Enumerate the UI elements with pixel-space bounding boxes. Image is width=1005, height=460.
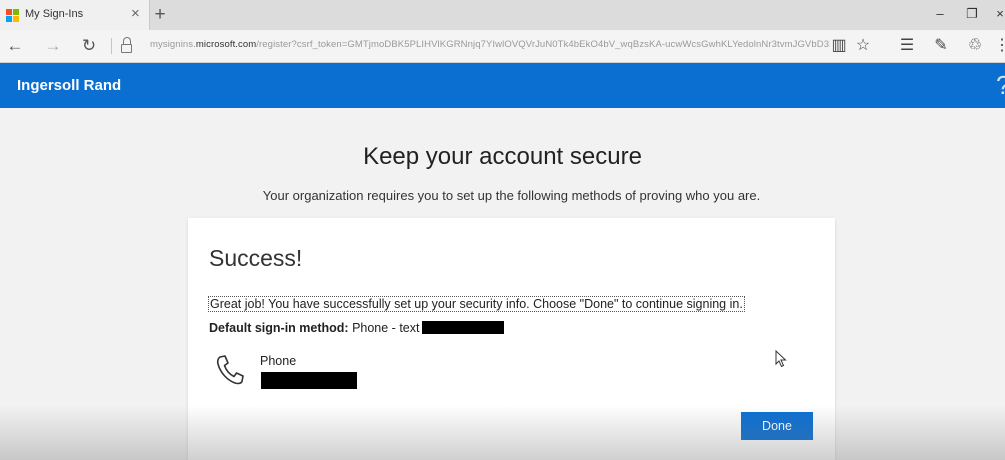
success-card: Success! Great job! You have successfull… <box>188 218 835 460</box>
default-method-value: Phone - text <box>352 321 420 335</box>
page-title: Keep your account secure <box>363 143 642 170</box>
page-subtitle: Your organization requires you to set up… <box>262 188 761 203</box>
help-icon[interactable]: ? <box>996 71 1005 99</box>
url-prefix: mysignins. <box>150 39 196 50</box>
redacted-phone-value <box>261 372 357 389</box>
minimize-button[interactable]: – <box>930 5 950 23</box>
refresh-icon[interactable]: ↻ <box>78 35 100 57</box>
org-name: Ingersoll Rand <box>17 77 122 94</box>
browser-tab[interactable]: My Sign-Ins × <box>0 0 150 30</box>
microsoft-favicon-icon <box>6 9 19 22</box>
more-icon[interactable]: ⋮ <box>994 35 1005 57</box>
url-domain: microsoft.com <box>195 39 257 50</box>
mouse-cursor-icon <box>775 350 787 368</box>
tab-strip: My Sign-Ins × + – ❐ × <box>0 0 1005 30</box>
success-heading: Success! <box>209 245 303 271</box>
lock-icon[interactable] <box>121 36 133 56</box>
share-icon[interactable]: ♲ <box>964 35 986 57</box>
url-path: /register?csrf_token=GMTjmoDBK5PLIHVlKGR… <box>256 39 830 50</box>
success-message: Great job! You have successfully set up … <box>208 296 745 312</box>
tab-close-icon[interactable]: × <box>131 5 140 23</box>
method-label: Phone <box>260 354 297 368</box>
window-close-button[interactable]: × <box>990 5 1005 23</box>
web-note-icon[interactable]: ✎ <box>930 35 952 57</box>
nav-divider <box>111 38 112 54</box>
new-tab-button[interactable]: + <box>152 4 168 26</box>
tab-title: My Sign-Ins <box>25 8 84 20</box>
default-method-label: Default sign-in method: <box>209 321 349 335</box>
default-method-line: Default sign-in method: Phone - text <box>209 321 505 335</box>
reading-view-icon[interactable]: ▥ <box>828 35 850 57</box>
restore-button[interactable]: ❐ <box>962 5 982 23</box>
forward-arrow-icon[interactable]: → <box>42 35 64 57</box>
redacted-phone-number <box>422 321 505 335</box>
browser-navbar: ← → ↻ mysignins.microsoft.com/register?c… <box>0 30 1005 63</box>
back-arrow-icon[interactable]: ← <box>4 35 26 57</box>
app-header: Ingersoll Rand ? <box>0 63 1005 108</box>
phone-icon <box>216 355 244 385</box>
hub-icon[interactable]: ☰ <box>896 35 918 57</box>
done-button[interactable]: Done <box>741 412 813 440</box>
favorites-star-icon[interactable]: ☆ <box>852 35 874 57</box>
address-bar[interactable]: mysignins.microsoft.com/register?csrf_to… <box>150 39 830 50</box>
